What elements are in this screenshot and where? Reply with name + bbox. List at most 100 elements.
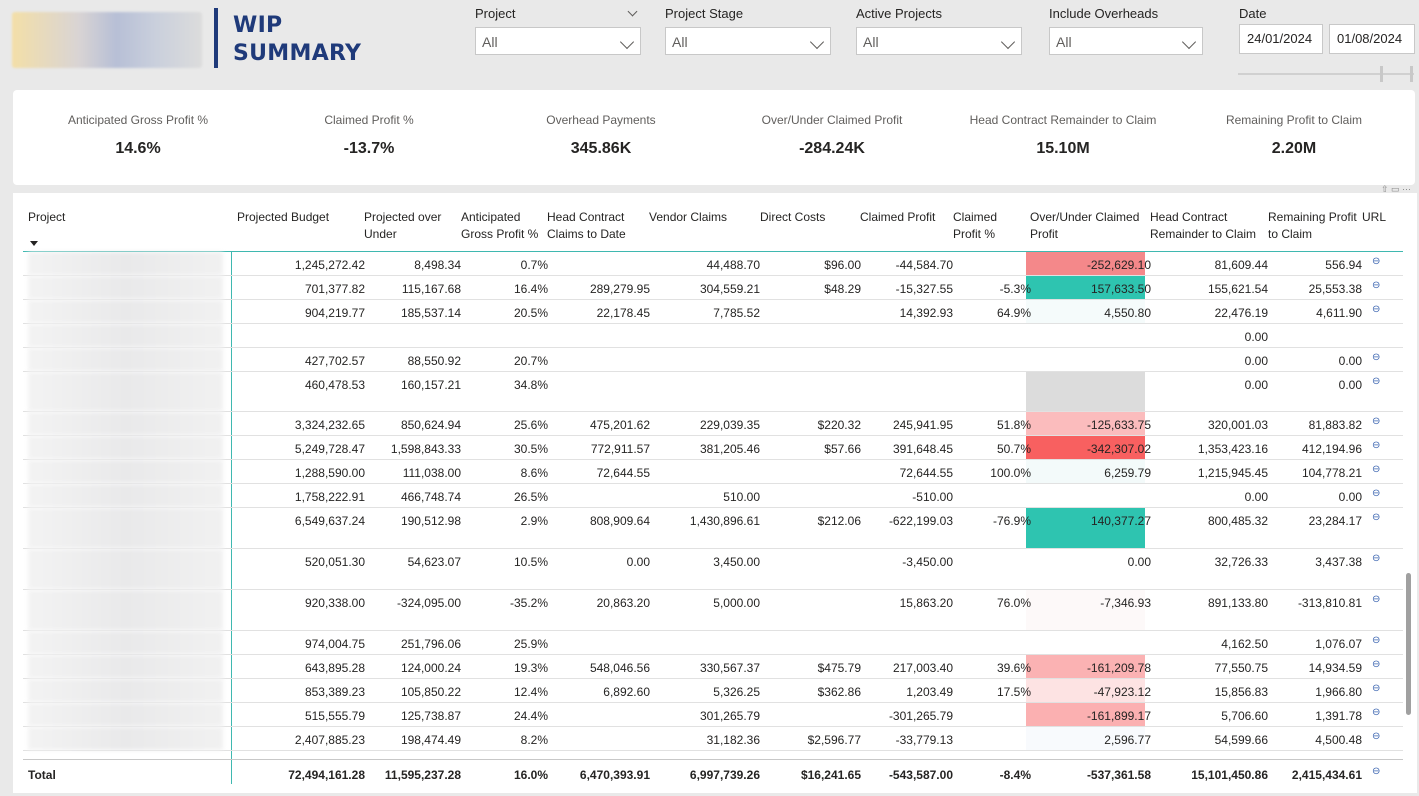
table-row[interactable]: 1,245,272.42 8,498.34 0.7% 44,488.70 $96.00 -…: [23, 252, 1403, 276]
url-link-icon[interactable]: ⊖: [1372, 766, 1380, 777]
project-name-cell[interactable]: [28, 679, 223, 702]
vertical-scrollbar[interactable]: [1406, 573, 1411, 715]
table-cell: -161,899.17: [1086, 709, 1151, 723]
project-name-cell[interactable]: [28, 412, 223, 435]
table-row[interactable]: 701,377.82 115,167.68 16.4% 289,279.95 304,5…: [23, 276, 1403, 300]
table-cell: 4,611.90: [1316, 306, 1362, 320]
table-cell: 2.9%: [520, 514, 548, 528]
project-name-cell[interactable]: [28, 300, 223, 323]
table-row[interactable]: 515,555.79 125,738.87 24.4% 301,265.79 -301,…: [23, 703, 1403, 727]
url-link-icon[interactable]: ⊖: [1372, 659, 1380, 670]
table-row[interactable]: 904,219.77 185,537.14 20.5% 22,178.45 7,785.…: [23, 300, 1403, 324]
chevron-down-icon: [809, 34, 825, 50]
project-name-cell[interactable]: [28, 631, 223, 654]
col-header-vendor-claims[interactable]: Vendor Claims: [649, 209, 739, 226]
url-link-icon[interactable]: ⊖: [1372, 352, 1380, 363]
table-row[interactable]: 1,758,222.91 466,748.74 26.5% 510.00 -510.00…: [23, 484, 1403, 508]
table-cell: 1,203.49: [906, 685, 953, 699]
table-row[interactable]: 0.00: [23, 324, 1403, 348]
col-header-remaining-profit[interactable]: Remaining Profit to Claim: [1268, 209, 1358, 243]
project-name-cell[interactable]: [28, 703, 223, 726]
project-name-cell[interactable]: [28, 508, 223, 548]
project-stage-dropdown[interactable]: All: [665, 27, 831, 55]
table-cell: 1,758,222.91: [294, 490, 365, 504]
url-link-icon[interactable]: ⊖: [1372, 304, 1380, 315]
active-projects-slicer[interactable]: Active Projects All: [856, 6, 1022, 55]
project-stage-label: Project Stage: [665, 6, 744, 21]
sort-desc-icon[interactable]: [30, 241, 38, 246]
table-row[interactable]: 3,324,232.65 850,624.94 25.6% 475,201.62 229…: [23, 412, 1403, 436]
col-header-claimed-profit[interactable]: Claimed Profit: [860, 209, 950, 226]
table-cell: 25.9%: [513, 637, 548, 651]
table-row[interactable]: 460,478.53 160,157.21 34.8% 0.00 0.00 ⊖: [23, 372, 1403, 412]
table-cell: $475.79: [817, 661, 861, 675]
table-row[interactable]: 520,051.30 54,623.07 10.5% 0.00 3,450.00 -3,4…: [23, 549, 1403, 590]
project-stage-slicer[interactable]: Project Stage All: [665, 6, 831, 55]
url-link-icon[interactable]: ⊖: [1372, 488, 1380, 499]
col-header-over-under-claimed[interactable]: Over/Under Claimed Profit: [1030, 209, 1148, 243]
project-name-cell[interactable]: [28, 372, 223, 411]
col-header-head-contract-claims[interactable]: Head Contract Claims to Date: [547, 209, 637, 243]
url-link-icon[interactable]: ⊖: [1372, 416, 1380, 427]
table-row[interactable]: 920,338.00 -324,095.00 -35.2% 20,863.20 5,00…: [23, 590, 1403, 631]
col-header-projected-over-under[interactable]: Projected over Under: [364, 209, 450, 243]
project-name-cell[interactable]: [28, 727, 223, 750]
table-row[interactable]: 427,702.57 88,550.92 20.7% 0.00 0.00 ⊖: [23, 348, 1403, 372]
conditional-format-fill: [1026, 372, 1145, 411]
url-link-icon[interactable]: ⊖: [1372, 635, 1380, 646]
url-link-icon[interactable]: ⊖: [1372, 256, 1380, 267]
table-cell: 0.7%: [520, 258, 548, 272]
table-cell: 5,706.60: [1221, 709, 1268, 723]
table-cell: 381,205.46: [699, 442, 760, 456]
table-row[interactable]: 643,895.28 124,000.24 19.3% 548,046.56 330,5…: [23, 655, 1403, 679]
project-name-cell[interactable]: [28, 324, 223, 347]
col-header-projected-budget[interactable]: Projected Budget: [237, 209, 337, 226]
title-accent-bar: [214, 8, 218, 68]
start-date-input[interactable]: 24/01/2024: [1239, 24, 1323, 54]
table-row[interactable]: 853,389.23 105,850.22 12.4% 6,892.60 5,326.2…: [23, 679, 1403, 703]
slider-handle-start[interactable]: [1380, 66, 1383, 82]
project-name-cell[interactable]: [28, 549, 223, 589]
table-cell: 72,644.55: [596, 466, 650, 480]
project-dropdown[interactable]: All: [475, 27, 641, 55]
col-header-head-contract-remainder[interactable]: Head Contract Remainder to Claim: [1150, 209, 1260, 243]
project-name-cell[interactable]: [28, 348, 223, 371]
url-link-icon[interactable]: ⊖: [1372, 464, 1380, 475]
include-overheads-dropdown[interactable]: All: [1049, 27, 1203, 55]
include-overheads-slicer[interactable]: Include Overheads All: [1049, 6, 1203, 55]
url-link-icon[interactable]: ⊖: [1372, 594, 1380, 605]
url-link-icon[interactable]: ⊖: [1372, 707, 1380, 718]
col-header-anticipated-gp[interactable]: Anticipated Gross Profit %: [461, 209, 541, 243]
url-link-icon[interactable]: ⊖: [1372, 440, 1380, 451]
col-header-claimed-profit-pct[interactable]: Claimed Profit %: [953, 209, 1013, 243]
project-name-cell[interactable]: [28, 436, 223, 459]
table-row[interactable]: 974,004.75 251,796.06 25.9% 4,162.50 1,076.0…: [23, 631, 1403, 655]
table-row[interactable]: 1,288,590.00 111,038.00 8.6% 72,644.55 72,64…: [23, 460, 1403, 484]
project-name-cell[interactable]: [28, 252, 223, 275]
url-link-icon[interactable]: ⊖: [1372, 731, 1380, 742]
url-link-icon[interactable]: ⊖: [1372, 280, 1380, 291]
col-header-project[interactable]: Project: [28, 209, 65, 226]
url-link-icon[interactable]: ⊖: [1372, 683, 1380, 694]
date-range-slider[interactable]: [1238, 73, 1414, 75]
url-link-icon[interactable]: ⊖: [1372, 512, 1380, 523]
url-link-icon[interactable]: ⊖: [1372, 376, 1380, 387]
url-link-icon[interactable]: ⊖: [1372, 553, 1380, 564]
table-row[interactable]: 2,407,885.23 198,474.49 8.2% 31,182.36 $2,59…: [23, 727, 1403, 751]
table-cell: 853,389.23: [304, 685, 365, 699]
table-cell: 22,178.45: [596, 306, 650, 320]
table-row[interactable]: 6,549,637.24 190,512.98 2.9% 808,909.64 1,43…: [23, 508, 1403, 549]
project-name-cell[interactable]: [28, 655, 223, 678]
col-header-url[interactable]: URL: [1362, 209, 1386, 226]
project-name-cell[interactable]: [28, 590, 223, 630]
project-slicer[interactable]: Project All: [475, 6, 641, 55]
end-date-input[interactable]: 01/08/2024: [1329, 24, 1415, 54]
col-header-direct-costs[interactable]: Direct Costs: [760, 209, 840, 226]
table-row[interactable]: 5,249,728.47 1,598,843.33 30.5% 772,911.57 3…: [23, 436, 1403, 460]
active-projects-dropdown[interactable]: All: [856, 27, 1022, 55]
slider-handle-end[interactable]: [1410, 66, 1413, 82]
project-name-cell[interactable]: [28, 460, 223, 483]
project-name-cell[interactable]: [28, 484, 223, 507]
project-name-cell[interactable]: [28, 276, 223, 299]
total-cell: 11,595,237.28: [384, 768, 461, 782]
